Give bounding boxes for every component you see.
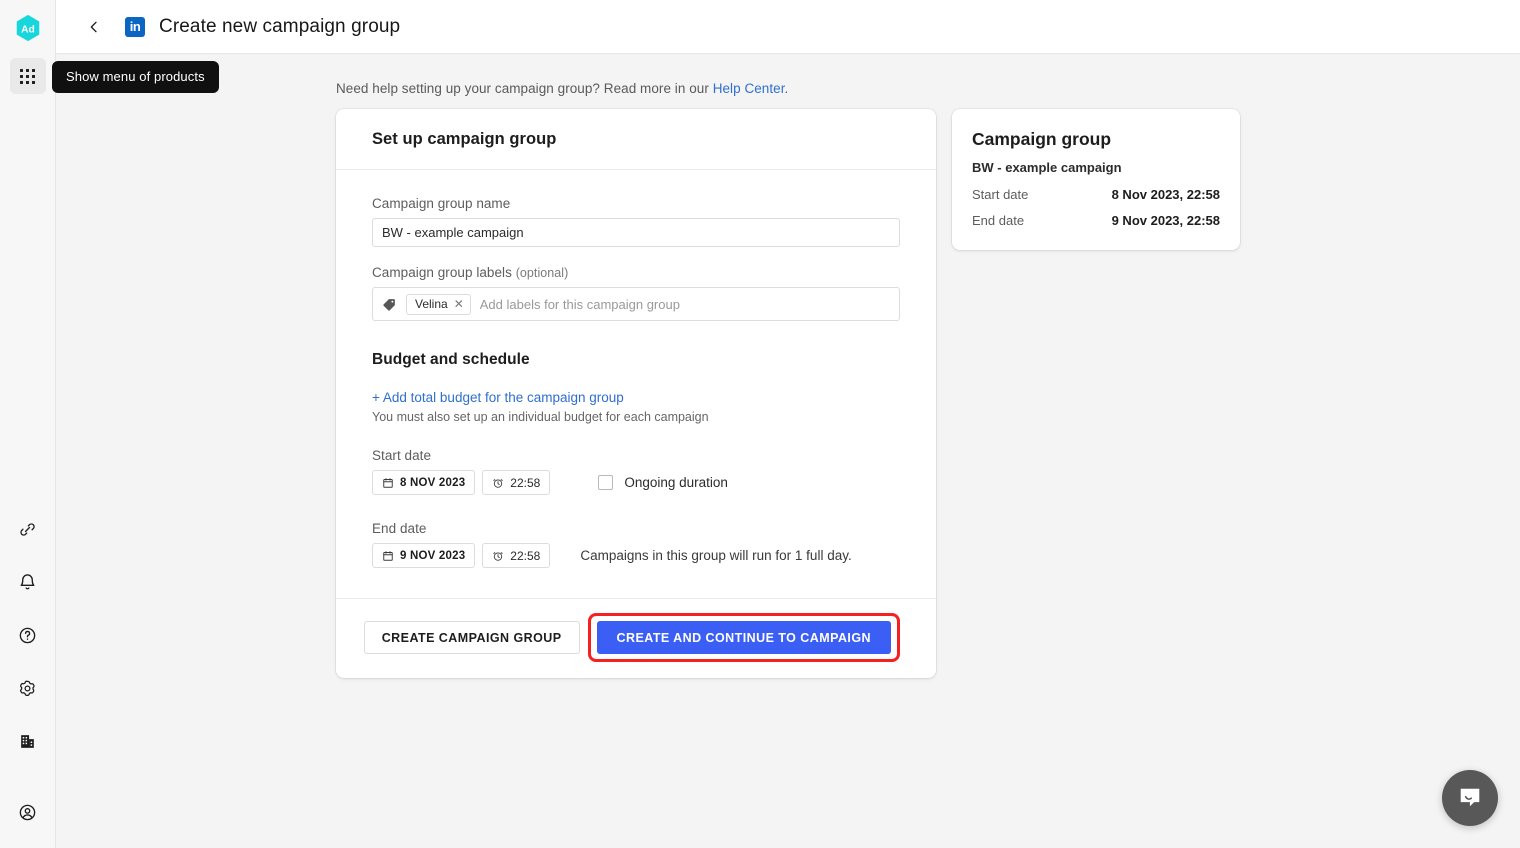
start-date-row: 8 NOV 2023 22:58 Ongoing duration (372, 470, 900, 495)
ongoing-duration-checkbox[interactable] (598, 475, 614, 490)
primary-action-highlight: CREATE AND CONTINUE TO CAMPAIGN (587, 613, 900, 662)
campaign-name-input[interactable]: BW - example campaign (372, 218, 900, 247)
summary-row-end: End date 9 Nov 2023, 22:58 (972, 213, 1220, 228)
app-root: Ad in Create new campaign group Need hel… (0, 0, 1520, 848)
summary-title: Campaign group (972, 129, 1112, 149)
calendar-icon (383, 550, 393, 561)
campaign-labels-optional: (optional) (515, 266, 569, 280)
page-title: Create new campaign group (159, 15, 401, 37)
summary-start-key: Start date (972, 187, 1029, 202)
rail-item-settings[interactable] (10, 670, 46, 706)
gear-icon (20, 680, 35, 696)
products-menu-tooltip: Show menu of products (52, 61, 219, 93)
label-chip-text: Velina (415, 297, 448, 311)
help-line-text: Need help setting up your campaign group… (336, 81, 713, 96)
rail-item-notifications[interactable] (10, 564, 46, 600)
label-chip[interactable]: Velina ✕ (406, 293, 471, 315)
help-center-link[interactable]: Help Center (713, 81, 785, 96)
start-date-value: 8 NOV 2023 (400, 476, 466, 489)
rail-item-business[interactable] (10, 723, 46, 759)
campaign-name-label: Campaign group name (372, 196, 511, 211)
end-date-value: 9 NOV 2023 (400, 549, 466, 562)
summary-end-key: End date (972, 213, 1025, 228)
apps-grid-button[interactable] (9, 58, 46, 94)
svg-text:Ad: Ad (21, 25, 35, 36)
help-circle-icon (19, 627, 36, 643)
back-button[interactable] (82, 15, 106, 39)
tag-icon-glyph (383, 298, 395, 311)
left-rail: Ad (0, 0, 56, 848)
apps-grid-icon (20, 68, 35, 84)
summary-start-value: 8 Nov 2023, 22:58 (1111, 187, 1220, 202)
link-icon (20, 522, 35, 536)
add-total-budget-link[interactable]: + Add total budget for the campaign grou… (372, 390, 624, 405)
end-date-row: 9 NOV 2023 22:58 Campaigns in this group… (372, 543, 900, 568)
add-total-budget-note: You must also set up an individual budge… (372, 410, 709, 424)
summary-end-value: 9 Nov 2023, 22:58 (1111, 213, 1220, 228)
setup-card-header: Set up campaign group (336, 109, 936, 170)
setup-card-footer: CREATE CAMPAIGN GROUP CREATE AND CONTINU… (336, 598, 936, 678)
setup-card-body: Campaign group name BW - example campaig… (336, 170, 936, 598)
campaign-labels-placeholder: Add labels for this campaign group (479, 296, 680, 312)
help-line-period: . (784, 81, 789, 96)
rail-item-link[interactable] (10, 511, 46, 547)
linkedin-icon: in (125, 16, 145, 37)
close-icon[interactable]: ✕ (454, 298, 464, 310)
app-logo[interactable]: Ad (12, 12, 44, 44)
user-circle-icon (19, 804, 36, 820)
summary-campaign-name: BW - example campaign (972, 160, 1122, 175)
chevron-left-icon (90, 21, 97, 32)
create-campaign-group-button[interactable]: CREATE CAMPAIGN GROUP (363, 621, 580, 654)
start-time-value: 22:58 (510, 475, 541, 490)
setup-card-title: Set up campaign group (372, 130, 557, 148)
campaign-labels-label-text: Campaign group labels (372, 265, 512, 280)
campaign-group-summary: Campaign group BW - example campaign Sta… (952, 109, 1240, 250)
setup-card: Set up campaign group Campaign group nam… (336, 109, 936, 678)
create-and-continue-button[interactable]: CREATE AND CONTINUE TO CAMPAIGN (596, 621, 891, 654)
content-area: Need help setting up your campaign group… (56, 54, 1520, 848)
summary-row-start: Start date 8 Nov 2023, 22:58 (972, 187, 1220, 202)
chat-launcher-button[interactable] (1442, 770, 1498, 826)
start-date-label: Start date (372, 448, 432, 463)
end-date-label: End date (372, 521, 427, 536)
budget-section-title: Budget and schedule (372, 351, 530, 368)
end-time-value: 22:58 (510, 548, 541, 563)
ad-hexagon-icon: Ad (16, 14, 39, 42)
rail-icon-group (10, 511, 46, 848)
duration-note: Campaigns in this group will run for 1 f… (580, 548, 852, 563)
top-bar: in Create new campaign group (56, 0, 1520, 54)
campaign-labels-label: Campaign group labels (optional) (372, 265, 900, 280)
clock-icon (493, 478, 503, 488)
bell-icon (20, 573, 35, 589)
end-time-picker[interactable]: 22:58 (482, 543, 551, 568)
main-region: in Create new campaign group Need help s… (56, 0, 1520, 848)
end-date-picker[interactable]: 9 NOV 2023 (372, 543, 476, 568)
start-date-picker[interactable]: 8 NOV 2023 (372, 470, 476, 495)
calendar-icon (383, 477, 393, 488)
start-time-picker[interactable]: 22:58 (482, 470, 551, 495)
rail-item-account[interactable] (10, 794, 46, 830)
campaign-labels-input[interactable]: Velina ✕ Add labels for this campaign gr… (372, 287, 900, 321)
clock-icon (493, 551, 503, 561)
ongoing-duration-label: Ongoing duration (624, 475, 728, 490)
campaign-name-value: BW - example campaign (382, 225, 524, 240)
rail-item-help[interactable] (10, 617, 46, 653)
linkedin-icon-text: in (129, 18, 141, 34)
chat-bubble-smile-icon (1460, 788, 1480, 807)
building-icon (21, 734, 34, 748)
help-line: Need help setting up your campaign group… (336, 81, 788, 96)
tag-icon (382, 297, 397, 312)
